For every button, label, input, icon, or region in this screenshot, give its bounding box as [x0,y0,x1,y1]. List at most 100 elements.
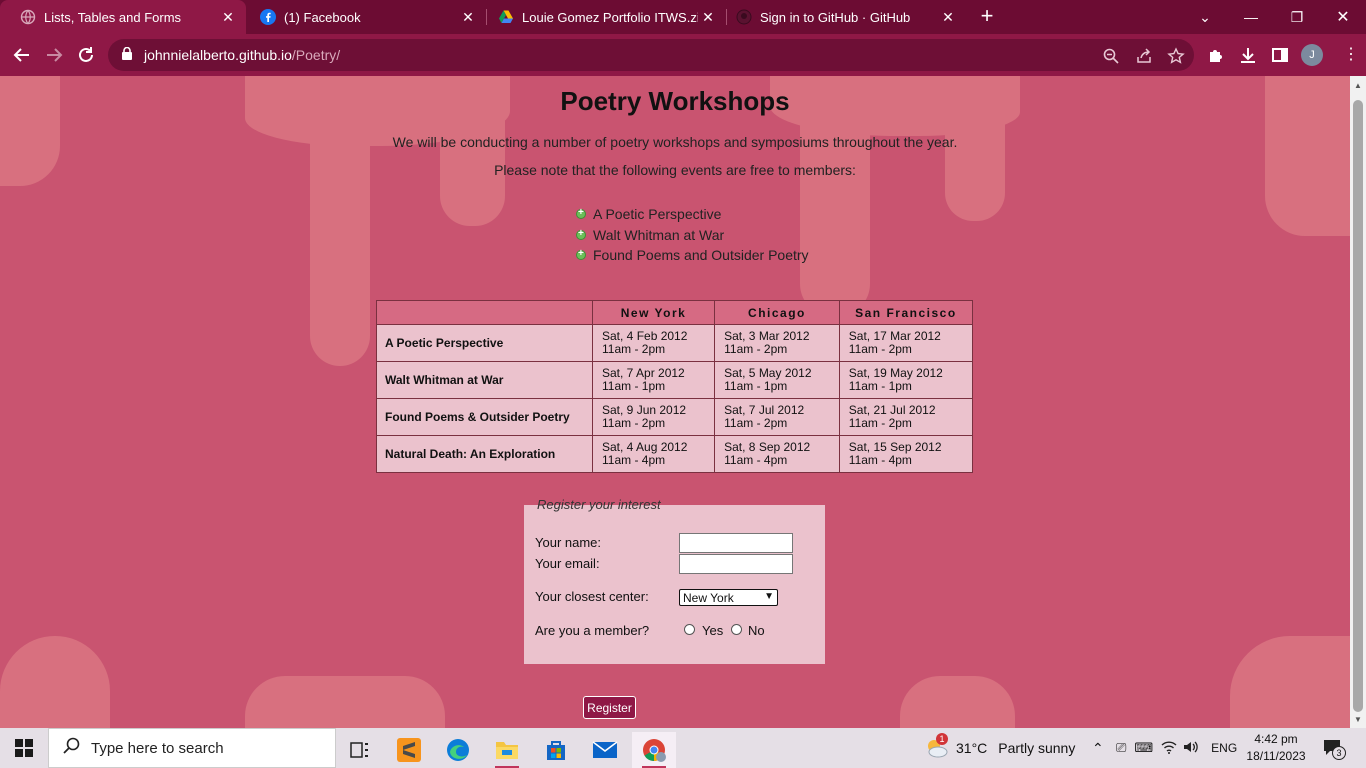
table-header-row: New York Chicago San Francisco [376,300,974,325]
windows-start-icon[interactable] [0,728,48,768]
center-label: Your closest center: [535,589,649,604]
bookmark-star-icon[interactable] [1167,47,1185,65]
language-indicator[interactable]: ENG [1211,741,1237,755]
workshop-schedule-table: New York Chicago San Francisco A Poetic … [376,300,974,473]
session-time: 11am - 2pm [602,416,666,430]
back-arrow-icon[interactable] [10,43,34,67]
zoom-icon[interactable] [1102,47,1120,65]
tab-close-icon[interactable]: ✕ [218,9,238,26]
tab-facebook[interactable]: (1) Facebook ✕ [246,0,486,34]
column-header-san-francisco: San Francisco [838,300,974,325]
minimize-button[interactable]: — [1228,0,1274,34]
download-icon[interactable] [1239,46,1257,64]
tab-close-icon[interactable]: ✕ [458,9,478,26]
side-panel-icon[interactable] [1271,46,1289,64]
schedule-cell: Sat, 4 Feb 2012 11am - 2pm [591,324,716,362]
chrome-icon[interactable] [632,732,676,768]
table-row: A Poetic Perspective Sat, 4 Feb 2012 11am … [376,324,974,362]
url-host: johnnielalberto.github.io [144,47,292,63]
member-label: Are you a member? [535,623,650,638]
schedule-cell: Sat, 8 Sep 2012 11am - 4pm [714,435,840,473]
lock-icon [122,46,134,63]
free-events-list: A Poetic Perspective Walt Whitman at War… [576,204,809,266]
restore-button[interactable]: ❐ [1274,0,1320,34]
mail-icon[interactable] [583,732,627,768]
schedule-cell: Sat, 5 May 2012 11am - 1pm [714,361,840,399]
task-view-icon[interactable] [338,732,382,768]
weather-temp: 31°C [956,740,988,756]
google-drive-icon [498,9,514,25]
facebook-icon [260,9,276,25]
name-input[interactable] [679,533,793,553]
wifi-icon[interactable] [1161,740,1177,757]
free-events-note: Please note that the following events ar… [494,162,856,178]
edge-browser-icon[interactable] [436,732,480,768]
plus-bullet-icon [576,228,586,240]
background-drip [900,676,1015,728]
tab-close-icon[interactable]: ✕ [698,9,718,26]
event-name-cell: Found Poems & Outsider Poetry [376,398,593,436]
background-drip [245,676,445,728]
tab-lists-tables-forms[interactable]: Lists, Tables and Forms ✕ [0,0,246,34]
weather-text: Partly sunny [998,740,1076,756]
list-item: Found Poems and Outsider Poetry [576,245,809,266]
scroll-up-icon[interactable]: ▲ [1354,82,1362,90]
reload-icon[interactable] [74,43,98,67]
chevron-up-icon[interactable]: ⌃ [1092,740,1106,757]
microsoft-store-icon[interactable] [534,732,578,768]
search-placeholder: Type here to search [91,739,224,757]
session-time: 11am - 4pm [724,453,788,467]
center-select[interactable]: New York ▼ [679,589,778,606]
scrollbar-thumb[interactable] [1353,100,1363,712]
session-time: 11am - 2pm [848,342,912,356]
session-time: 11am - 2pm [724,416,788,430]
column-header-empty [376,300,593,325]
tab-title: (1) Facebook [284,9,361,25]
input-method-icon[interactable]: ⌨ [1134,740,1153,756]
weather-widget[interactable]: 1 31°C Partly sunny [924,728,1075,768]
meet-now-icon[interactable]: ⎚ [1116,740,1126,756]
column-header-chicago: Chicago [714,300,840,325]
tab-search-chevron-icon[interactable]: ⌄ [1182,0,1228,34]
file-explorer-icon[interactable] [485,732,529,768]
sublime-text-icon[interactable] [387,732,431,768]
tab-title: Sign in to GitHub · GitHub [760,9,911,25]
clock-time: 4:42 pm [1254,732,1298,746]
new-tab-button[interactable]: + [976,4,998,28]
notification-center-icon[interactable]: 3 [1322,738,1346,760]
tab-google-drive[interactable]: Louie Gomez Portfolio ITWS.zip ✕ [486,0,726,34]
menu-kebab-icon[interactable]: ⋮ [1342,46,1360,64]
session-time: 11am - 1pm [724,379,788,393]
register-button[interactable]: Register [583,696,636,719]
clock[interactable]: 4:42 pm 18/11/2023 [1246,731,1306,765]
tab-github[interactable]: Sign in to GitHub · GitHub ✕ [726,0,966,34]
chevron-down-icon: ▼ [764,591,774,602]
member-no-radio[interactable] [731,624,742,635]
session-time: 11am - 1pm [848,379,912,393]
event-name: Walt Whitman at War [593,226,725,243]
page-scrollbar[interactable]: ▲ ▼ [1350,76,1366,728]
volume-icon[interactable] [1183,740,1199,757]
browser-toolbar: johnnielalberto.github.io/Poetry/ J ⋮ [0,34,1366,76]
close-window-button[interactable]: ✕ [1320,0,1366,34]
scroll-down-icon[interactable]: ▼ [1354,716,1362,724]
member-yes-radio[interactable] [684,624,695,635]
tab-close-icon[interactable]: ✕ [938,9,958,26]
taskbar-search-box[interactable]: Type here to search [48,728,336,768]
schedule-cell: Sat, 19 May 2012 11am - 1pm [838,361,974,399]
form-legend: Register your interest [537,497,661,512]
extensions-puzzle-icon[interactable] [1207,46,1225,64]
profile-avatar[interactable]: J [1301,44,1323,66]
system-tray: ⌃ ⎚ ⌨ ENG [1092,728,1237,768]
plus-bullet-icon [576,248,586,261]
event-name: A Poetic Perspective [593,206,722,223]
table-row: Found Poems & Outsider Poetry Sat, 9 Jun … [376,398,974,436]
share-icon[interactable] [1135,47,1153,65]
forward-arrow-icon[interactable] [42,43,66,67]
background-drip [0,636,110,728]
address-bar[interactable]: johnnielalberto.github.io/Poetry/ [108,39,1194,71]
email-input[interactable] [679,554,793,574]
session-time: 11am - 2pm [602,342,666,356]
name-label: Your name: [535,535,602,550]
list-item: Walt Whitman at War [576,225,809,246]
